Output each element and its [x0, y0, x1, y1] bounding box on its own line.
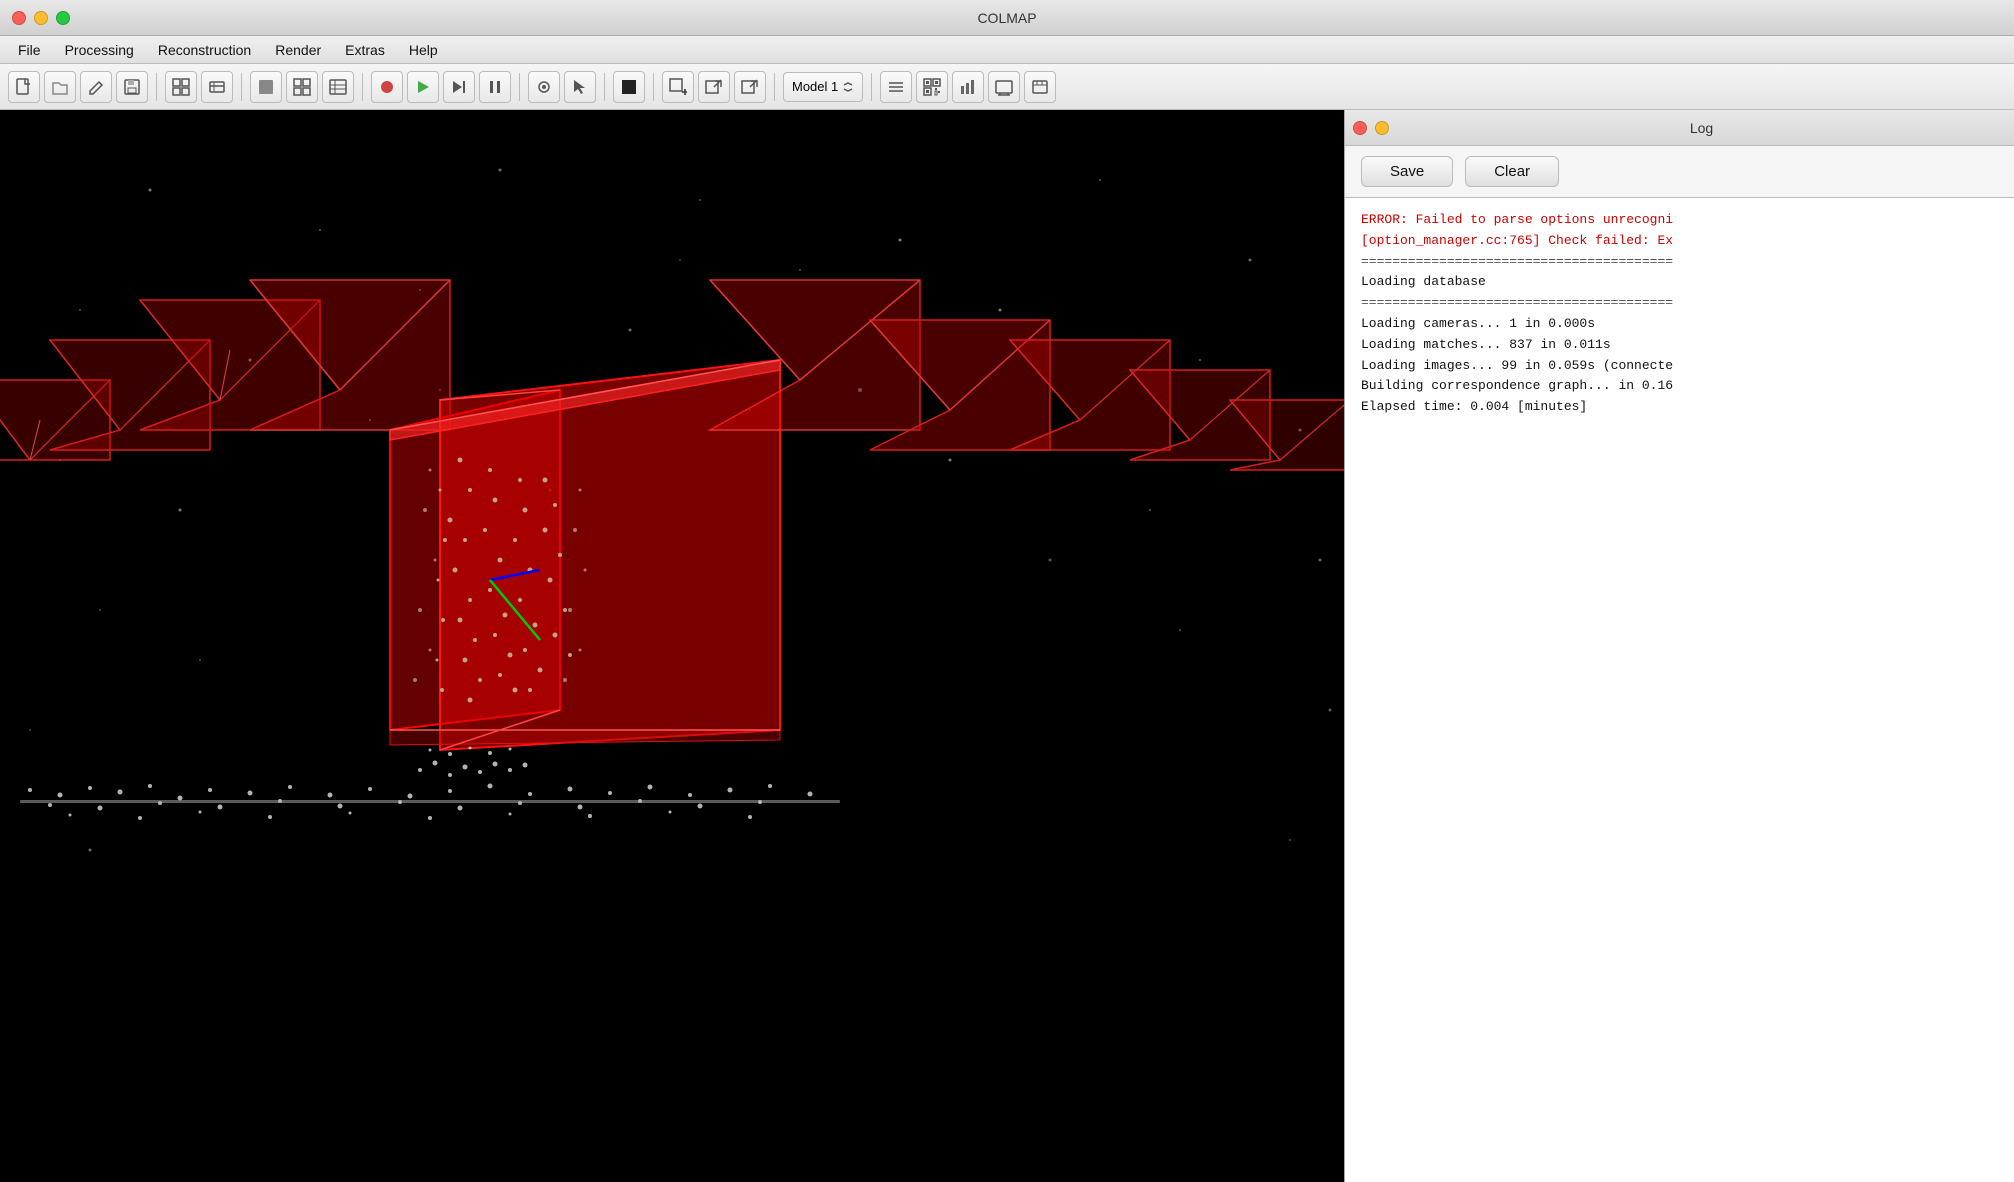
- log-line: Loading matches... 837 in 0.011s: [1361, 335, 1998, 356]
- export-button[interactable]: [201, 71, 233, 103]
- grid-button[interactable]: [286, 71, 318, 103]
- sep5: [604, 73, 605, 101]
- black-shape[interactable]: [613, 71, 645, 103]
- menu-extras[interactable]: Extras: [335, 39, 395, 61]
- log-line: Loading images... 99 in 0.059s (connecte: [1361, 356, 1998, 377]
- export-shape[interactable]: [698, 71, 730, 103]
- log-save-button[interactable]: Save: [1361, 156, 1453, 187]
- menu-file[interactable]: File: [8, 39, 51, 61]
- log-title-bar: Log: [1345, 110, 2014, 146]
- menu-bar: File Processing Reconstruction Render Ex…: [0, 36, 2014, 64]
- log-line: Loading cameras... 1 in 0.000s: [1361, 314, 1998, 335]
- skip-button[interactable]: [443, 71, 475, 103]
- settings-button[interactable]: [1024, 71, 1056, 103]
- table-button[interactable]: [322, 71, 354, 103]
- log-line: Elapsed time: 0.004 [minutes]: [1361, 397, 1998, 418]
- log-line: Loading database: [1361, 272, 1998, 293]
- snap-button[interactable]: [528, 71, 560, 103]
- sep2: [241, 73, 242, 101]
- chart-button[interactable]: [952, 71, 984, 103]
- menu-reconstruction[interactable]: Reconstruction: [148, 39, 261, 61]
- sep3: [362, 73, 363, 101]
- edit-button[interactable]: [80, 71, 112, 103]
- log-line: [option_manager.cc:765] Check failed: Ex: [1361, 231, 1998, 252]
- app-title: COLMAP: [977, 10, 1036, 26]
- scene-svg: [0, 110, 1344, 1182]
- window-controls: [12, 11, 70, 25]
- close-button[interactable]: [12, 11, 26, 25]
- minimize-button[interactable]: [34, 11, 48, 25]
- import-shape[interactable]: [734, 71, 766, 103]
- log-title: Log: [1397, 120, 2006, 136]
- model-label: Model 1: [792, 79, 838, 94]
- maximize-button[interactable]: [56, 11, 70, 25]
- log-line: ERROR: Failed to parse options unrecogni: [1361, 210, 1998, 231]
- open-button[interactable]: [44, 71, 76, 103]
- view3d-button[interactable]: [250, 71, 282, 103]
- sep8: [871, 73, 872, 101]
- pause-button[interactable]: [479, 71, 511, 103]
- 3d-viewport[interactable]: [0, 110, 1344, 1182]
- log-close-button[interactable]: [1353, 121, 1367, 135]
- main-content: Log Save Clear ERROR: Failed to parse op…: [0, 110, 2014, 1182]
- list-button[interactable]: [880, 71, 912, 103]
- log-line: ========================================: [1361, 252, 1998, 273]
- add-shape[interactable]: [662, 71, 694, 103]
- log-clear-button[interactable]: Clear: [1465, 156, 1559, 187]
- log-actions: Save Clear: [1345, 146, 2014, 198]
- qr-button[interactable]: [916, 71, 948, 103]
- render-button[interactable]: [988, 71, 1020, 103]
- sep6: [653, 73, 654, 101]
- toolbar: Model 1: [0, 64, 2014, 110]
- menu-processing[interactable]: Processing: [55, 39, 144, 61]
- save-button[interactable]: [116, 71, 148, 103]
- import-button[interactable]: [165, 71, 197, 103]
- cursor-button[interactable]: [564, 71, 596, 103]
- menu-help[interactable]: Help: [399, 39, 448, 61]
- log-line: Building correspondence graph... in 0.16: [1361, 376, 1998, 397]
- sep4: [519, 73, 520, 101]
- title-bar: COLMAP: [0, 0, 2014, 36]
- sep7: [774, 73, 775, 101]
- log-line: ========================================: [1361, 293, 1998, 314]
- menu-render[interactable]: Render: [265, 39, 331, 61]
- model-selector[interactable]: Model 1: [783, 72, 863, 102]
- play-button[interactable]: [407, 71, 439, 103]
- log-content[interactable]: ERROR: Failed to parse options unrecogni…: [1345, 198, 2014, 1182]
- log-min-button[interactable]: [1375, 121, 1389, 135]
- sep1: [156, 73, 157, 101]
- log-panel: Log Save Clear ERROR: Failed to parse op…: [1344, 110, 2014, 1182]
- record-button[interactable]: [371, 71, 403, 103]
- camera-rig-center: [390, 360, 780, 750]
- new-button[interactable]: [8, 71, 40, 103]
